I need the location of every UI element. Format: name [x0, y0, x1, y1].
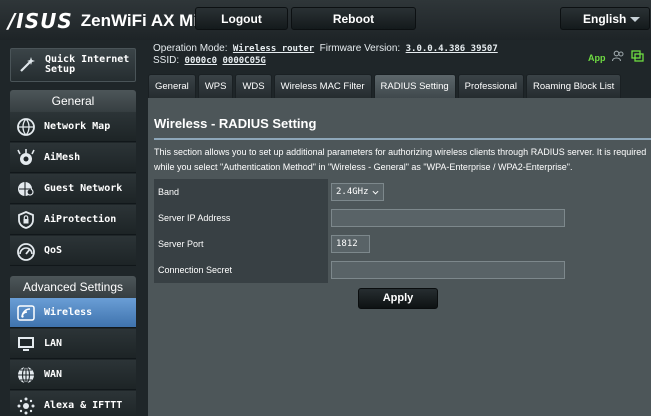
sidebar-item-label: Guest Network: [44, 183, 123, 194]
section-description: This section allows you to set up additi…: [154, 147, 647, 172]
wireless-icon: [16, 303, 36, 323]
server-ip-label: Server IP Address: [154, 205, 328, 231]
lan-icon: [16, 334, 36, 354]
band-label: Band: [154, 179, 328, 205]
connection-secret-label: Connection Secret: [154, 257, 328, 283]
tab-wps[interactable]: WPS: [197, 74, 234, 98]
qos-gauge-icon: [16, 241, 36, 261]
users-icon[interactable]: [611, 49, 625, 67]
server-port-label: Server Port: [154, 231, 328, 257]
app-area: App: [588, 49, 644, 67]
table-row: Connection Secret: [154, 257, 651, 283]
ssid-label: SSID:: [153, 55, 180, 66]
sidebar-item-wan[interactable]: WAN: [10, 360, 136, 390]
sidebar-item-network-map[interactable]: Network Map: [10, 112, 136, 142]
quick-setup-label: Quick Internet Setup: [45, 54, 130, 75]
firmware-version-link[interactable]: 3.0.0.4.386_39507: [406, 44, 498, 54]
tab-radius-setting[interactable]: RADIUS Setting: [373, 74, 456, 98]
server-ip-cell: [328, 205, 651, 231]
band-select[interactable]: 2.4GHz: [331, 183, 384, 201]
server-ip-input[interactable]: [331, 209, 565, 227]
sidebar-item-guest-network[interactable]: Guest Network: [10, 174, 136, 204]
app-link[interactable]: App: [588, 53, 606, 63]
server-port-input[interactable]: 1812: [331, 235, 370, 253]
usb-connected-icon[interactable]: [630, 49, 644, 67]
reboot-button[interactable]: Reboot: [291, 7, 416, 30]
alexa-icon: [16, 396, 36, 416]
chevron-down-icon: [372, 190, 379, 195]
language-select[interactable]: English: [560, 7, 650, 30]
advanced-settings-header: Advanced Settings: [10, 276, 136, 298]
sidebar-item-label: QoS: [44, 245, 63, 256]
sidebar-item-label: Network Map: [44, 121, 111, 132]
ssid-link[interactable]: 0000c0: [185, 56, 218, 66]
wand-icon: [17, 55, 37, 75]
asus-logo: /ISUS: [8, 9, 73, 33]
status-info: Operation Mode: Wireless router Firmware…: [153, 43, 643, 73]
tab-general[interactable]: General: [148, 74, 196, 98]
sidebar-item-aimesh[interactable]: AiMesh: [10, 143, 136, 173]
sidebar-item-label: Wireless: [44, 307, 93, 318]
general-section-header: General: [10, 90, 136, 112]
tab-roaming-block-list[interactable]: Roaming Block List: [525, 74, 622, 98]
connection-secret-input[interactable]: [331, 261, 565, 279]
page-title: Wireless - RADIUS Setting: [154, 116, 317, 131]
connection-secret-cell: [328, 257, 651, 283]
title-divider: [154, 138, 651, 140]
model-name: ZenWiFi AX Mini: [80, 11, 214, 30]
tab-wds[interactable]: WDS: [235, 74, 272, 98]
sidebar-item-alexa-ifttt[interactable]: Alexa & IFTTT: [10, 391, 136, 416]
shield-icon: [16, 210, 36, 230]
radius-settings-table: Band 2.4GHz Server IP Address Server Por…: [154, 179, 651, 283]
sidebar-item-lan[interactable]: LAN: [10, 329, 136, 359]
table-row: Server IP Address: [154, 205, 651, 231]
tab-bar: General WPS WDS Wireless MAC Filter RADI…: [148, 74, 622, 98]
language-label: English: [583, 11, 627, 26]
table-row: Band 2.4GHz: [154, 179, 651, 205]
sidebar-item-label: AiMesh: [44, 152, 81, 163]
server-port-cell: 1812: [328, 231, 651, 257]
ssid-5g-link[interactable]: 0000C05G: [222, 56, 265, 66]
firmware-label: Firmware Version:: [319, 43, 401, 54]
sidebar-item-qos[interactable]: QoS: [10, 236, 136, 266]
guest-network-icon: [16, 179, 36, 199]
tab-wireless-mac-filter[interactable]: Wireless MAC Filter: [273, 74, 372, 98]
network-map-icon: [16, 117, 36, 137]
table-row: Server Port 1812: [154, 231, 651, 257]
top-bar: /ISUS ZenWiFi AX Mini Logout Reboot Engl…: [0, 0, 651, 40]
sidebar-item-label: WAN: [44, 369, 63, 380]
quick-internet-setup-button[interactable]: Quick Internet Setup: [10, 48, 136, 82]
sidebar: Quick Internet Setup General Network Map…: [0, 40, 145, 416]
wan-globe-icon: [16, 365, 36, 385]
tab-professional[interactable]: Professional: [457, 74, 524, 98]
content-panel: Wireless - RADIUS Setting This section a…: [148, 98, 651, 416]
band-cell: 2.4GHz: [328, 179, 651, 205]
band-value: 2.4GHz: [336, 187, 369, 197]
sidebar-item-wireless[interactable]: Wireless: [10, 298, 136, 328]
operation-mode-label: Operation Mode:: [153, 43, 228, 54]
sidebar-item-label: Alexa & IFTTT: [44, 400, 123, 411]
operation-mode-link[interactable]: Wireless router: [233, 44, 314, 54]
chevron-down-icon: [630, 17, 640, 22]
sidebar-item-label: AiProtection: [44, 214, 117, 225]
ssid-line: SSID: 0000c0 0000C05G: [153, 55, 643, 67]
sidebar-item-aiprotection[interactable]: AiProtection: [10, 205, 136, 235]
logout-button[interactable]: Logout: [195, 7, 288, 30]
operation-mode-line: Operation Mode: Wireless router Firmware…: [153, 43, 643, 55]
aimesh-icon: [16, 148, 36, 168]
brand: /ISUS ZenWiFi AX Mini: [8, 9, 214, 33]
apply-button[interactable]: Apply: [358, 288, 438, 309]
sidebar-item-label: LAN: [44, 338, 63, 349]
